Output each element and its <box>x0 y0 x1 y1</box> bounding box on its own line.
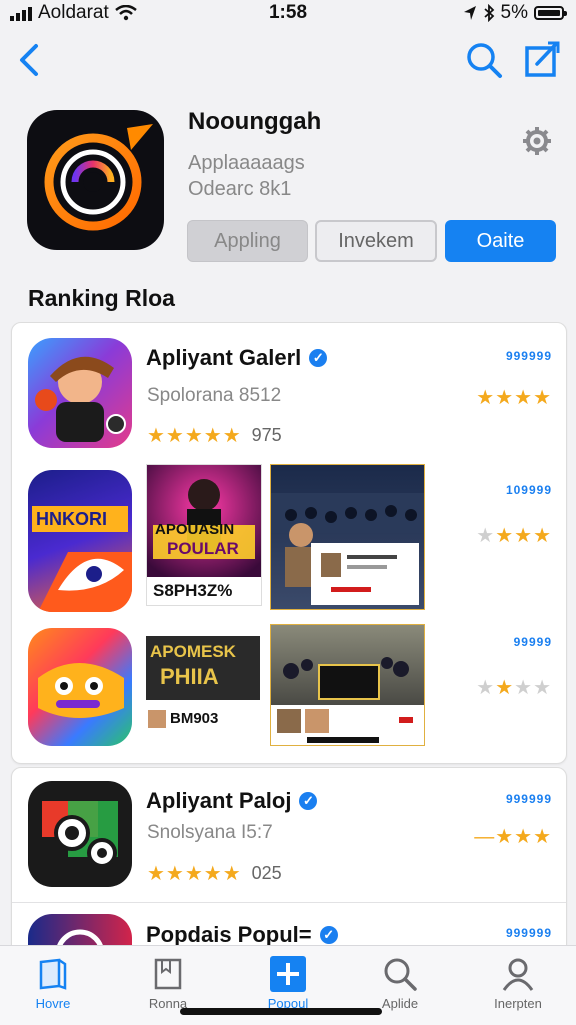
plus-icon <box>270 956 306 992</box>
location-icon <box>463 6 476 20</box>
row-subtitle: Spolorana 8512 <box>147 385 282 406</box>
app-subtitle-secondary: Odearc 8k1 <box>188 178 292 200</box>
screenshot-thumbnail[interactable] <box>270 624 425 746</box>
invekem-button[interactable]: Invekem <box>315 220 437 262</box>
verified-badge-icon: ✓ <box>299 792 318 810</box>
app-subtitle: Applaaaaags <box>188 152 305 174</box>
star-rating-icon: ★★★★ <box>476 677 552 699</box>
person-icon <box>502 958 534 991</box>
app-title: Noounggah <box>188 108 322 135</box>
bookmark-icon <box>154 958 182 990</box>
star-rating-icon: ★★★★ <box>476 387 552 409</box>
rank-number: 999999 <box>505 926 552 940</box>
star-rating-icon: ★★★★ <box>476 525 552 547</box>
tab-home[interactable]: Hovre <box>5 946 101 1025</box>
row-subtitle: Snolsyana I5:7 <box>147 822 273 843</box>
tab-inerpten[interactable]: Inerpten <box>470 946 566 1025</box>
verified-badge-icon: ✓ <box>319 926 338 944</box>
star-rating-icon: ★★★★★ <box>147 425 242 447</box>
gear-icon[interactable] <box>522 126 552 156</box>
bluetooth-icon <box>483 4 494 22</box>
book-icon <box>39 958 67 990</box>
row-rating: ★★★★★ 025 <box>147 863 282 885</box>
verified-badge-icon: ✓ <box>309 349 328 367</box>
ranking-card: Apliyant Galerl ✓ Spolorana 8512 ★★★★★ 9… <box>11 322 567 764</box>
row-rating: ★★★★★ 975 <box>147 425 282 447</box>
search-icon[interactable] <box>464 40 504 80</box>
home-indicator[interactable] <box>180 1008 382 1015</box>
screenshot-thumbnail[interactable] <box>270 464 425 610</box>
app-tile-galerl[interactable] <box>28 338 132 448</box>
search-icon <box>384 958 417 991</box>
rank-number: 109999 <box>505 483 552 497</box>
app-icon <box>27 110 164 250</box>
screenshot-thumbnail[interactable]: APOMESK PHIIA BM903 <box>146 624 260 744</box>
rank-number: 999999 <box>505 349 552 363</box>
compose-icon[interactable] <box>522 40 562 80</box>
status-bar: Aoldarat 1:58 5% <box>0 0 576 26</box>
battery-percent: 5% <box>500 2 528 23</box>
app-tile-phiia[interactable] <box>28 628 132 746</box>
rank-number: 99999 <box>513 635 552 649</box>
section-title: Ranking Rloa <box>28 285 175 311</box>
star-rating-icon: ★★★★★ <box>147 863 242 885</box>
app-tile-paloj[interactable] <box>28 781 132 887</box>
row-title-paloj[interactable]: Apliyant Paloj ✓ <box>146 788 318 814</box>
app-tile-hnkori[interactable]: HNKORI <box>28 470 132 612</box>
star-rating-icon: —★★★ <box>474 826 552 848</box>
back-chevron-icon[interactable] <box>14 40 44 80</box>
rank-number: 999999 <box>505 792 552 806</box>
appling-button[interactable]: Appling <box>187 220 308 262</box>
row-title-galerl[interactable]: Apliyant Galerl ✓ <box>146 345 328 371</box>
svg-text:HNKORI: HNKORI <box>36 509 107 529</box>
battery-icon <box>534 6 567 20</box>
screenshot-thumbnail[interactable]: APOUASIN POULAR S8PH3Z% <box>146 464 262 606</box>
ranking-card: Apliyant Paloj ✓ Snolsyana I5:7 ★★★★★ 02… <box>11 767 567 959</box>
get-button[interactable]: Oaite <box>445 220 556 262</box>
